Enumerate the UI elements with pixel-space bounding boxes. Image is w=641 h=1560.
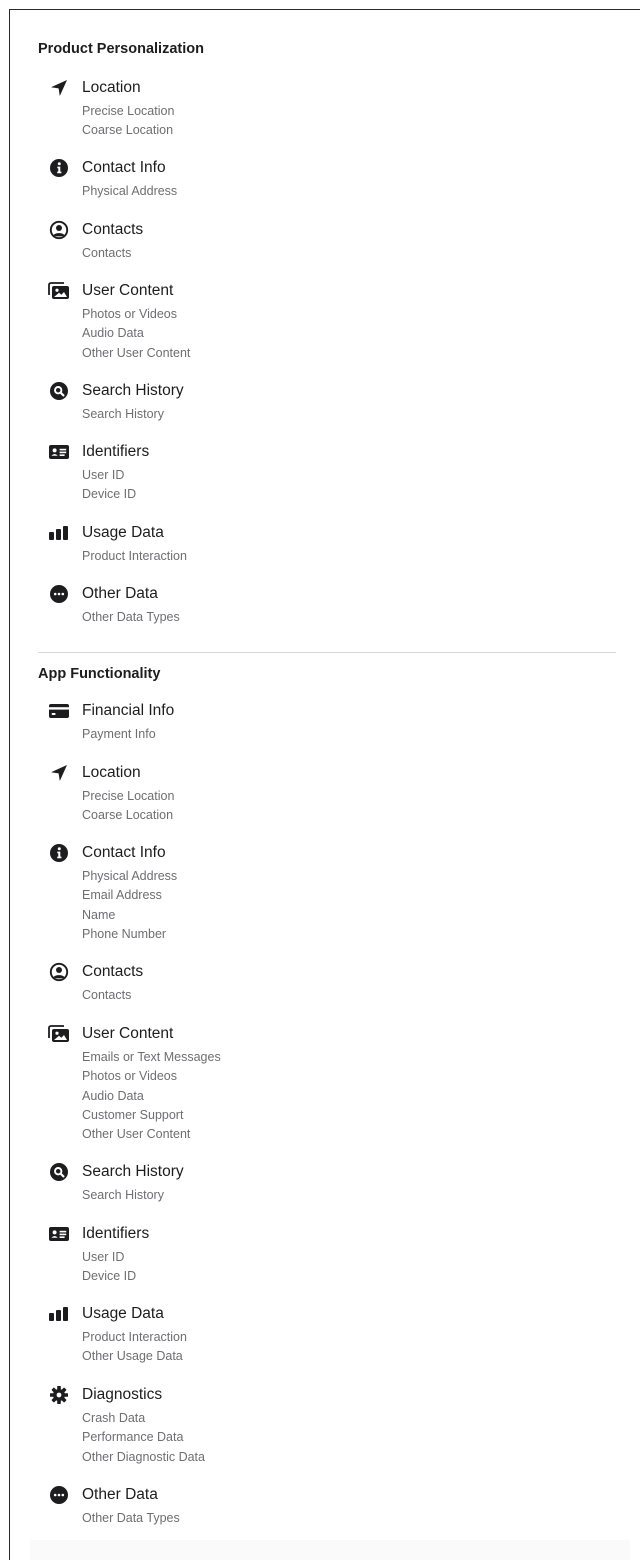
- data-item-label: Other Data: [82, 1486, 158, 1503]
- data-subitems: Crash Data Performance Data Other Diagno…: [82, 1409, 205, 1467]
- data-subitem: Other User Content: [82, 345, 191, 360]
- section-title-product-personalization: Product Personalization: [38, 41, 204, 57]
- data-subitem: Crash Data: [82, 1411, 146, 1425]
- data-subitem: Audio Data: [82, 1088, 144, 1103]
- data-subitems: Search History: [82, 1186, 164, 1205]
- data-item-label: Other Data: [82, 585, 158, 602]
- person-circle-icon: [48, 220, 70, 240]
- data-subitem: Coarse Location: [82, 123, 174, 138]
- id-card-icon: [48, 442, 70, 462]
- data-subitem: Precise Location: [82, 789, 175, 803]
- data-item-label: Search History: [82, 382, 184, 399]
- id-card-icon: [48, 1224, 70, 1244]
- data-subitem: Performance Data: [82, 1430, 184, 1445]
- data-subitems: Other Data Types: [82, 608, 180, 627]
- data-subitems: Contacts: [82, 986, 131, 1005]
- info-circle-icon: [48, 158, 70, 178]
- data-subitems: Precise Location Coarse Location: [82, 787, 174, 826]
- location-arrow-icon: [48, 78, 70, 98]
- data-item-label: Contact Info: [82, 159, 166, 176]
- data-subitem: Other Diagnostic Data: [82, 1449, 205, 1464]
- data-item-label: Identifiers: [82, 1225, 150, 1242]
- data-subitem: Device ID: [82, 487, 137, 502]
- data-subitems: User ID Device ID: [82, 1248, 136, 1287]
- data-subitem: Emails or Text Messages: [82, 1050, 221, 1064]
- data-item-label: Location: [82, 764, 141, 781]
- data-item-label: Diagnostics: [82, 1386, 163, 1403]
- data-subitem: Contacts: [82, 988, 132, 1002]
- data-item-label: User Content: [82, 282, 174, 299]
- ellipsis-circle-icon: [48, 1485, 70, 1505]
- data-subitem: Other Usage Data: [82, 1349, 183, 1364]
- info-circle-icon: [48, 843, 70, 863]
- bottom-fade: [30, 1540, 630, 1560]
- data-subitem: Search History: [82, 407, 164, 421]
- data-item-label: Financial Info: [82, 702, 175, 719]
- data-item-label: Contacts: [82, 221, 144, 238]
- data-subitem: Payment Info: [82, 727, 156, 741]
- data-subitems: Emails or Text Messages Photos or Videos…: [82, 1048, 221, 1144]
- person-circle-icon: [48, 962, 70, 982]
- data-subitem: Photos or Videos: [82, 1069, 177, 1084]
- data-subitem: Product Interaction: [82, 1330, 187, 1344]
- search-circle-icon: [48, 381, 70, 401]
- search-circle-icon: [48, 1162, 70, 1182]
- data-subitem: Customer Support: [82, 1107, 184, 1122]
- data-item-label: Contact Info: [82, 844, 166, 861]
- data-subitem: Audio Data: [82, 326, 144, 341]
- data-subitem: Email Address: [82, 888, 162, 903]
- data-subitem: Coarse Location: [82, 808, 174, 823]
- location-arrow-icon: [48, 763, 70, 783]
- data-item-label: User Content: [82, 1025, 174, 1042]
- section-title-app-functionality: App Functionality: [38, 666, 161, 682]
- data-subitems: User ID Device ID: [82, 466, 136, 505]
- gear-icon: [48, 1385, 70, 1405]
- data-subitem: Phone Number: [82, 926, 167, 941]
- data-subitem: User ID: [82, 468, 125, 482]
- data-subitem: Search History: [82, 1188, 164, 1202]
- photos-icon: [48, 1024, 70, 1044]
- data-subitems: Product Interaction Other Usage Data: [82, 1328, 187, 1367]
- data-subitems: Precise Location Coarse Location: [82, 102, 174, 141]
- data-subitem: Product Interaction: [82, 549, 187, 563]
- data-subitems: Contacts: [82, 244, 131, 263]
- data-subitem: Name: [82, 907, 116, 922]
- data-subitems: Product Interaction: [82, 547, 187, 566]
- data-subitems: Search History: [82, 405, 164, 424]
- data-item-label: Usage Data: [82, 524, 164, 541]
- data-subitem: Contacts: [82, 246, 132, 260]
- data-subitems: Physical Address Email Address Name Phon…: [82, 867, 177, 944]
- data-subitems: Physical Address: [82, 182, 177, 201]
- data-subitems: Photos or Videos Audio Data Other User C…: [82, 305, 190, 363]
- data-subitem: Photos or Videos: [82, 307, 177, 321]
- data-subitem: Precise Location: [82, 104, 175, 118]
- data-subitem: Physical Address: [82, 184, 178, 198]
- bar-chart-icon: [48, 523, 70, 543]
- data-subitem: Physical Address: [82, 869, 178, 883]
- data-subitem: Other User Content: [82, 1127, 191, 1142]
- section-divider: [38, 652, 616, 653]
- data-subitem: Other Data Types: [82, 1511, 180, 1525]
- ellipsis-circle-icon: [48, 584, 70, 604]
- credit-card-icon: [48, 701, 70, 721]
- data-item-label: Search History: [82, 1163, 184, 1180]
- data-item-label: Contacts: [82, 963, 144, 980]
- data-item-label: Location: [82, 79, 141, 96]
- photos-icon: [48, 281, 70, 301]
- data-subitem: User ID: [82, 1250, 125, 1264]
- data-item-label: Identifiers: [82, 443, 150, 460]
- data-subitems: Payment Info: [82, 725, 156, 744]
- data-subitem: Other Data Types: [82, 610, 180, 624]
- bar-chart-icon: [48, 1304, 70, 1324]
- data-subitems: Other Data Types: [82, 1509, 180, 1528]
- data-subitem: Device ID: [82, 1269, 137, 1284]
- data-item-label: Usage Data: [82, 1305, 164, 1322]
